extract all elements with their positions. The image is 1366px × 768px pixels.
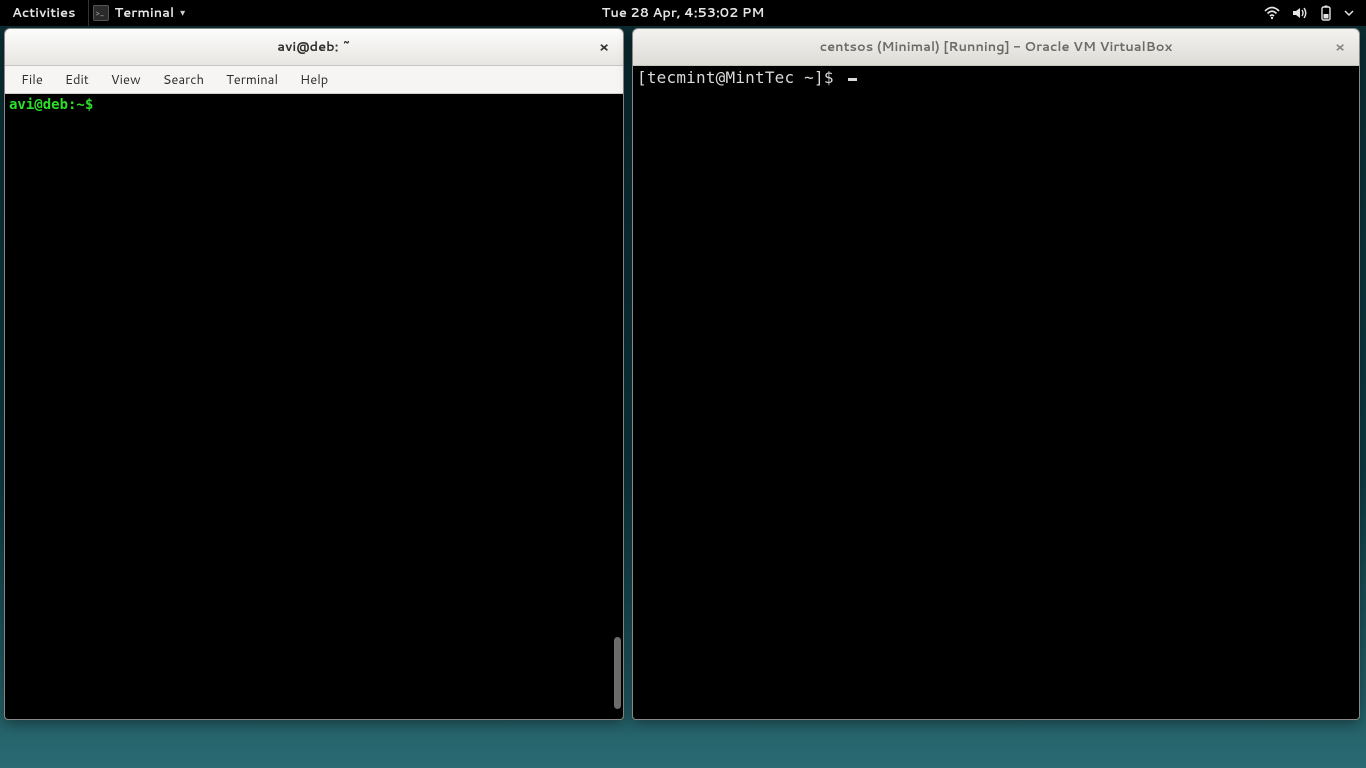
terminal-menubar: File Edit View Search Terminal Help xyxy=(5,66,623,94)
desktop: avi@deb: ~ × File Edit View Search Termi… xyxy=(0,26,1366,768)
close-icon[interactable]: × xyxy=(595,38,613,56)
system-menu-chevron-icon[interactable] xyxy=(1344,8,1354,18)
terminal-window-title: avi@deb: ~ xyxy=(277,38,351,56)
system-tray xyxy=(1264,0,1366,26)
activities-button[interactable]: Activities xyxy=(0,0,88,26)
vm-display[interactable]: [tecmint@MintTec ~]$ xyxy=(633,66,1359,719)
wifi-icon[interactable] xyxy=(1264,6,1280,20)
close-icon[interactable]: × xyxy=(1331,38,1349,56)
menu-terminal[interactable]: Terminal xyxy=(216,68,288,92)
menu-search[interactable]: Search xyxy=(153,68,214,92)
gnome-terminal-window[interactable]: avi@deb: ~ × File Edit View Search Termi… xyxy=(4,28,624,720)
active-app-label: Terminal xyxy=(115,4,175,22)
menu-file[interactable]: File xyxy=(11,68,53,92)
menu-view[interactable]: View xyxy=(101,68,151,92)
vm-shell-prompt: [tecmint@MintTec ~]$ xyxy=(637,68,844,87)
menu-edit[interactable]: Edit xyxy=(55,68,99,92)
terminal-viewport[interactable]: avi@deb:~$ xyxy=(5,94,623,719)
active-app-menu[interactable]: Terminal ▾ xyxy=(88,0,196,26)
menu-help[interactable]: Help xyxy=(290,68,338,92)
shell-prompt: avi@deb:~$ xyxy=(9,97,93,113)
scrollbar-thumb[interactable] xyxy=(614,637,621,709)
battery-icon[interactable] xyxy=(1320,5,1332,21)
gnome-topbar: Activities Terminal ▾ Tue 28 Apr, 4:53:0… xyxy=(0,0,1366,26)
terminal-titlebar[interactable]: avi@deb: ~ × xyxy=(5,29,623,66)
vbox-titlebar[interactable]: centsos (Minimal) [Running] - Oracle VM … xyxy=(633,29,1359,66)
volume-icon[interactable] xyxy=(1292,6,1308,20)
clock[interactable]: Tue 28 Apr, 4:53:02 PM xyxy=(602,4,765,22)
virtualbox-window[interactable]: centsos (Minimal) [Running] - Oracle VM … xyxy=(632,28,1360,720)
terminal-app-icon xyxy=(93,5,109,21)
chevron-down-icon: ▾ xyxy=(180,6,185,20)
vbox-window-title: centsos (Minimal) [Running] - Oracle VM … xyxy=(820,38,1173,56)
text-cursor xyxy=(848,78,857,81)
